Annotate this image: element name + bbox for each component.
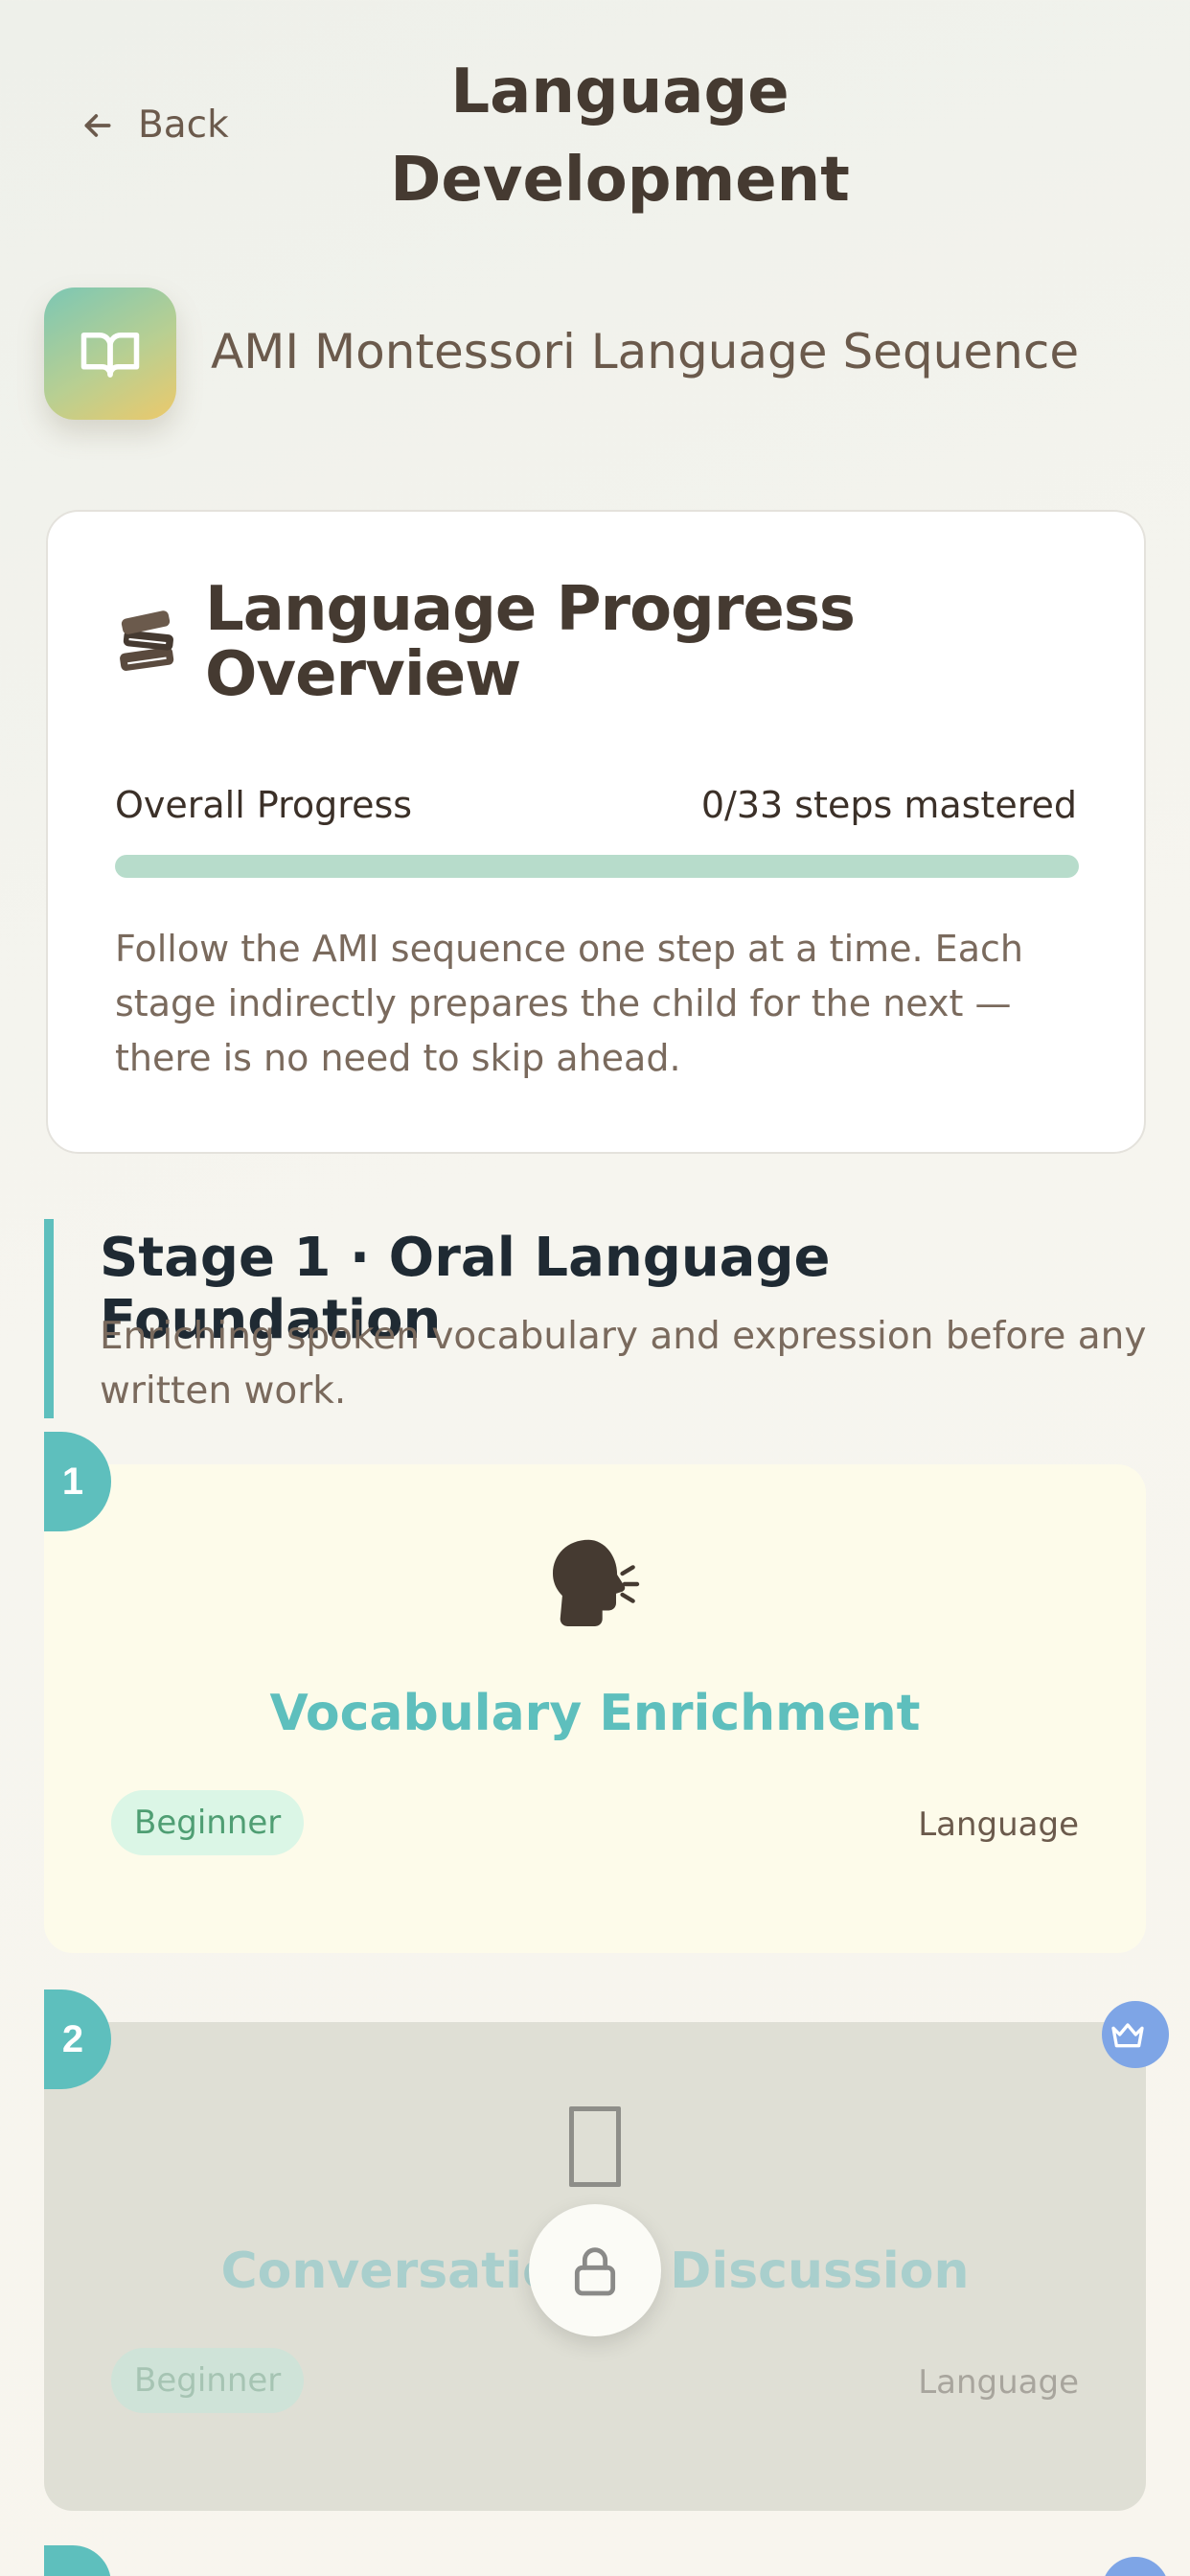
- stage-description: Enriching spoken vocabulary and expressi…: [100, 1315, 1147, 1413]
- arrow-left-icon: [84, 113, 111, 137]
- lock-icon: [574, 2247, 616, 2296]
- category-label: Language: [918, 2363, 1079, 2402]
- progress-bar: [115, 855, 1079, 878]
- step-number-badge: [44, 2545, 111, 2576]
- back-button[interactable]: Back: [79, 104, 229, 147]
- overview-title: Language Progress Overview: [205, 574, 856, 710]
- crown-icon: [1102, 2557, 1169, 2576]
- stage-accent-bar: [44, 1219, 54, 1418]
- progress-label: Overall Progress: [115, 784, 413, 826]
- lock-button[interactable]: [529, 2204, 661, 2336]
- step-card-vocabulary-enrichment[interactable]: Vocabulary Enrichment Beginner Language: [44, 1464, 1146, 1953]
- level-badge: Beginner: [111, 1790, 305, 1855]
- level-badge: Beginner: [111, 2348, 305, 2413]
- progress-overview-card: Language Progress Overview Overall Progr…: [46, 510, 1146, 1154]
- crown-icon: [1102, 2001, 1169, 2068]
- page-title: Language Development: [390, 57, 850, 216]
- category-label: Language: [918, 1806, 1079, 1844]
- missing-glyph-icon: [569, 2106, 621, 2187]
- step-card-conversation-discussion[interactable]: Conversation & Discussion Beginner Langu…: [44, 2022, 1146, 2511]
- back-label: Back: [138, 104, 229, 147]
- step-title: Vocabulary Enrichment: [269, 1685, 921, 1742]
- progress-count: 0/33 steps mastered: [700, 784, 1077, 826]
- overview-description: Follow the AMI sequence one step at a ti…: [115, 928, 1023, 1079]
- book-open-icon: [44, 288, 176, 420]
- speaking-head-icon: [553, 1539, 640, 1626]
- sequence-subtitle: AMI Montessori Language Sequence: [211, 324, 1080, 380]
- books-icon: [120, 610, 174, 671]
